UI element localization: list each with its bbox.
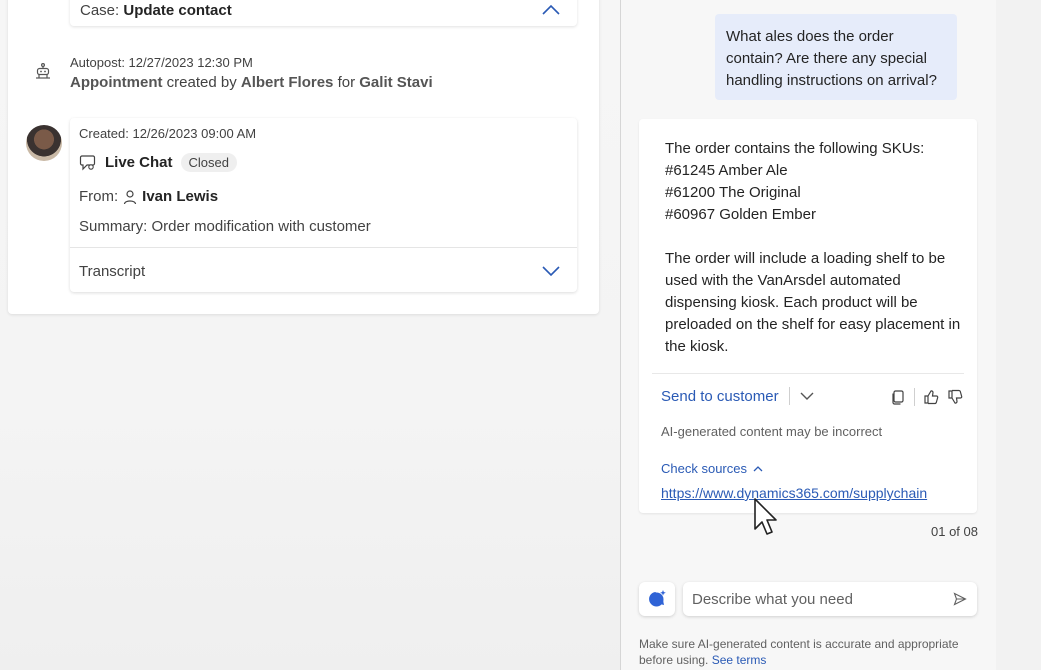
chat-title-row: Live Chat Closed	[79, 153, 237, 172]
send-icon[interactable]	[953, 592, 967, 606]
autopost-bot-icon	[36, 63, 50, 79]
check-sources-toggle[interactable]: Check sources	[661, 461, 763, 476]
copilot-response-text: The order contains the following SKUs: #…	[665, 138, 965, 358]
response-actions	[890, 388, 963, 406]
person-icon	[124, 189, 137, 204]
chevron-up-icon[interactable]	[541, 4, 561, 16]
chat-created-timestamp: Created: 12/26/2023 09:00 AM	[79, 126, 257, 141]
copilot-button[interactable]	[639, 582, 675, 616]
divider	[914, 388, 915, 406]
chevron-down-icon[interactable]	[800, 391, 814, 401]
divider	[652, 373, 964, 374]
autopost-description: Appointment created by Albert Flores for…	[70, 74, 433, 91]
thumbs-down-icon[interactable]	[947, 389, 963, 405]
copy-icon[interactable]	[890, 389, 906, 405]
copilot-response-card: The order contains the following SKUs: #…	[639, 119, 977, 513]
thumbs-up-icon[interactable]	[923, 389, 939, 405]
copilot-panel: What ales does the order contain? Are th…	[620, 0, 997, 670]
response-page-counter: 01 of 08	[931, 524, 978, 539]
source-link[interactable]: https://www.dynamics365.com/supplychain	[661, 485, 927, 501]
from-name[interactable]: Ivan Lewis	[142, 188, 218, 205]
chat-icon	[79, 154, 96, 170]
send-to-customer-button[interactable]: Send to customer	[661, 388, 779, 405]
footer-text: Make sure AI-generated content is accura…	[639, 637, 959, 667]
autopost-target: Galit Stavi	[359, 74, 433, 91]
prompt-box	[683, 582, 977, 616]
for-label: for	[337, 74, 356, 91]
case-card[interactable]: Case: Update contact	[70, 0, 577, 26]
from-label: From:	[79, 188, 119, 205]
right-edge-strip	[996, 0, 1041, 670]
answer-sku: #61200 The Original	[665, 184, 801, 201]
autopost-timestamp: Autopost: 12/27/2023 12:30 PM	[70, 55, 253, 70]
case-title: Update contact	[123, 2, 232, 19]
chat-title: Live Chat	[105, 154, 173, 171]
autopost-creator: Albert Flores	[240, 74, 334, 91]
answer-sku: #61245 Amber Ale	[665, 162, 788, 179]
status-badge: Closed	[180, 153, 237, 172]
avatar	[26, 125, 62, 161]
case-label: Case: Update contact	[80, 2, 232, 19]
transcript-toggle[interactable]: Transcript	[79, 263, 145, 280]
divider	[70, 247, 577, 248]
answer-handling: The order will include a loading shelf t…	[665, 250, 961, 355]
chevron-down-icon[interactable]	[541, 265, 561, 277]
mouse-cursor-icon	[754, 498, 777, 535]
live-chat-card: Created: 12/26/2023 09:00 AM Live Chat C…	[70, 118, 577, 292]
chat-summary: Summary: Order modification with custome…	[79, 218, 371, 235]
footer-note: Make sure AI-generated content is accura…	[639, 636, 979, 668]
created-by-label: created by	[166, 74, 237, 91]
copilot-sparkle-icon	[649, 590, 666, 607]
case-prefix: Case:	[80, 2, 120, 19]
answer-intro: The order contains the following SKUs:	[665, 140, 925, 157]
chat-from-row: From: Ivan Lewis	[79, 188, 218, 205]
see-terms-link[interactable]: See terms	[712, 653, 767, 667]
answer-sku: #60967 Golden Ember	[665, 206, 816, 223]
chevron-up-icon	[753, 466, 763, 472]
send-to-customer-row: Send to customer	[661, 387, 814, 405]
autopost-entity: Appointment	[70, 74, 163, 91]
timeline-panel: Case: Update contact Autopost: 12/27/202…	[8, 0, 599, 314]
ai-disclaimer: AI-generated content may be incorrect	[661, 424, 883, 439]
user-message-bubble: What ales does the order contain? Are th…	[715, 14, 957, 100]
divider	[788, 387, 790, 405]
prompt-input[interactable]	[692, 582, 942, 616]
check-sources-label: Check sources	[661, 461, 747, 476]
